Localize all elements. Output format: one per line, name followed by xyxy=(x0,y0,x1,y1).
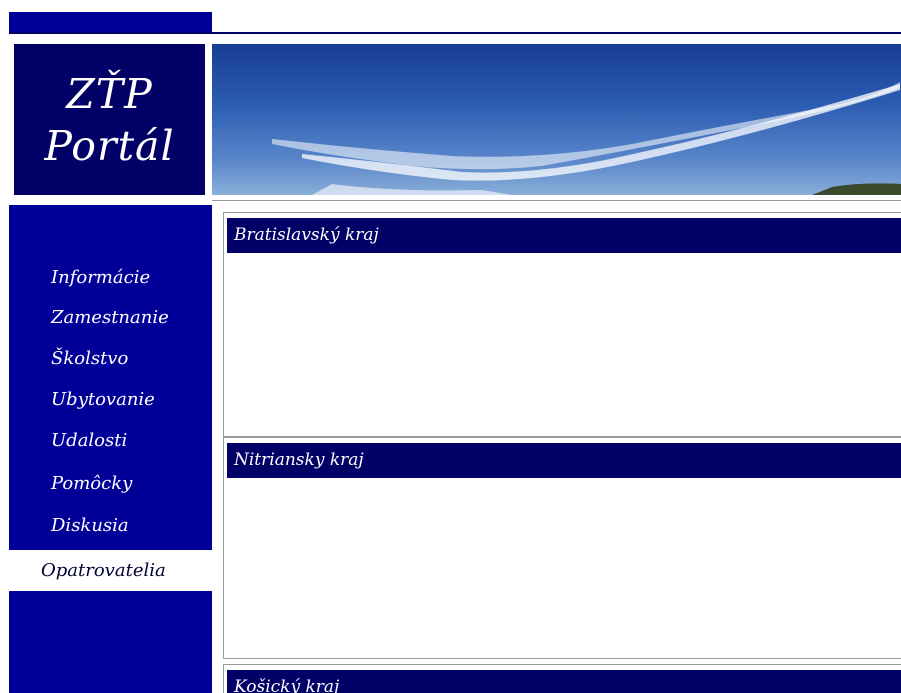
top-strip xyxy=(9,12,212,32)
nav-item-ubytovanie[interactable]: Ubytovanie xyxy=(9,379,212,420)
nav-item-diskusia[interactable]: Diskusia xyxy=(9,505,212,546)
nav-item-opatrovatelia[interactable]: Opatrovatelia xyxy=(9,550,212,591)
banner-divider xyxy=(212,200,901,201)
sidebar-nav: Informácie Zamestnanie Školstvo Ubytovan… xyxy=(9,205,212,693)
logo-subtitle: Portál xyxy=(44,121,175,170)
nav-item-informacie[interactable]: Informácie xyxy=(9,257,212,298)
nav-item-skolstvo[interactable]: Školstvo xyxy=(9,338,212,379)
page: ZŤP Portál Informácie Zamestnanie Školst… xyxy=(0,0,901,693)
nav-item-udalosti[interactable]: Udalosti xyxy=(9,420,212,461)
header-divider xyxy=(9,32,901,34)
nav-item-zamestnanie[interactable]: Zamestnanie xyxy=(9,297,212,338)
logo-title: ZŤP xyxy=(66,69,153,118)
region-panel-nitriansky: Nitriansky kraj xyxy=(223,437,901,659)
nav-item-pomocky[interactable]: Pomôcky xyxy=(9,463,212,504)
region-panel-bratislavsky: Bratislavský kraj xyxy=(223,212,901,437)
panel-title-kosicky[interactable]: Košický kraj xyxy=(227,670,901,693)
panel-title-bratislavsky[interactable]: Bratislavský kraj xyxy=(227,218,901,253)
header-banner-image xyxy=(212,44,901,195)
region-panel-kosicky: Košický kraj xyxy=(223,664,901,693)
panel-title-nitriansky[interactable]: Nitriansky kraj xyxy=(227,443,901,478)
site-logo[interactable]: ZŤP Portál xyxy=(14,44,205,195)
